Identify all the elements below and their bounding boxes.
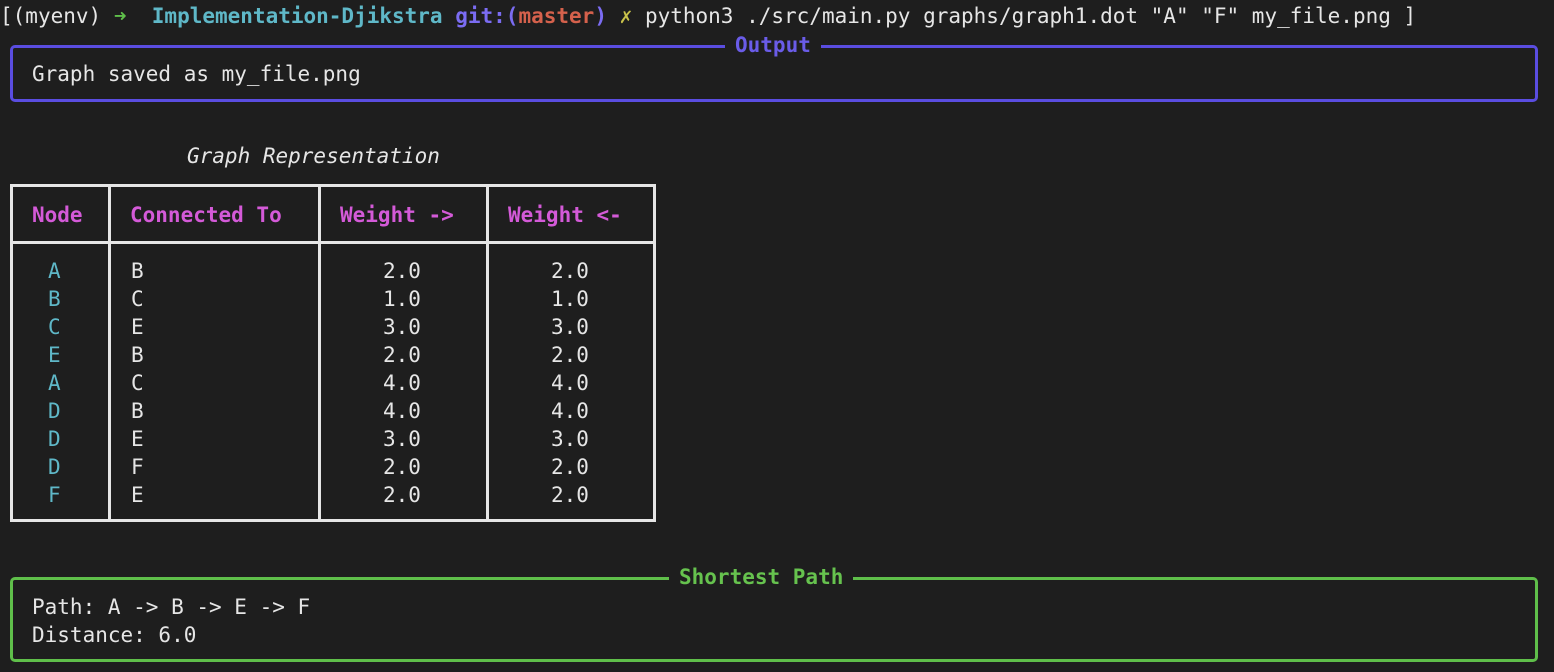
cell-connected-to: B	[131, 343, 144, 367]
table-row: A C 4.0 4.0	[13, 369, 653, 397]
path-line: Path: A -> B -> E -> F	[32, 595, 311, 619]
output-panel: Output Graph saved as my_file.png	[10, 31, 1538, 102]
table-header-node: Node	[32, 203, 83, 227]
table-row: E B 2.0 2.0	[13, 341, 653, 369]
shell-command: python3 ./src/main.py graphs/graph1.dot …	[644, 4, 1391, 28]
cell-weight-forward: 2.0	[383, 259, 421, 283]
table-header-weight-forward: Weight ->	[340, 203, 454, 227]
cell-weight-backward: 4.0	[551, 399, 589, 423]
cell-weight-backward: 1.0	[551, 287, 589, 311]
cell-weight-forward: 2.0	[383, 343, 421, 367]
cell-node: D	[48, 399, 61, 423]
git-suffix: )	[594, 4, 607, 28]
cell-node: D	[48, 427, 61, 451]
cell-node: E	[48, 343, 61, 367]
table-body: A B 2.0 2.0 B C 1.0 1.0 C E 3.0 3.0 E B 2.0 2.0 A C 4.…	[13, 257, 653, 509]
header-divider	[13, 241, 653, 244]
cell-weight-backward: 3.0	[551, 315, 589, 339]
prompt-bracket-open: [	[0, 4, 13, 28]
cell-connected-to: C	[131, 287, 144, 311]
git-dirty-icon: ✗	[619, 4, 633, 28]
cell-connected-to: F	[131, 455, 144, 479]
table-row: D F 2.0 2.0	[13, 453, 653, 481]
git-branch: master	[518, 4, 595, 28]
cell-node: A	[48, 371, 61, 395]
cell-connected-to: E	[131, 427, 144, 451]
cell-connected-to: B	[131, 399, 144, 423]
shortest-path-panel: Shortest Path Path: A -> B -> E -> F Dist…	[10, 563, 1538, 662]
prompt-arrow-icon: ➜	[113, 4, 127, 28]
table-row: A B 2.0 2.0	[13, 257, 653, 285]
cell-connected-to: B	[131, 259, 144, 283]
cell-node: B	[48, 287, 61, 311]
prompt-bracket-close: ]	[1403, 4, 1417, 28]
cell-weight-forward: 2.0	[383, 483, 421, 507]
cell-weight-forward: 3.0	[383, 315, 421, 339]
table-row: B C 1.0 1.0	[13, 285, 653, 313]
current-directory: Implementation-Djikstra	[151, 4, 443, 28]
cell-weight-backward: 2.0	[551, 343, 589, 367]
table-caption: Graph Representation	[187, 144, 440, 168]
table-row: C E 3.0 3.0	[13, 313, 653, 341]
cell-weight-backward: 2.0	[551, 483, 589, 507]
graph-table: Node Connected To Weight -> Weight <- AB…	[10, 184, 656, 522]
cell-node: D	[48, 455, 61, 479]
cell-weight-forward: 4.0	[383, 371, 421, 395]
cell-weight-backward: 3.0	[551, 427, 589, 451]
cell-node: C	[48, 315, 61, 339]
cell-weight-backward: 2.0	[551, 455, 589, 479]
cell-node: F	[48, 483, 61, 507]
cell-connected-to: C	[131, 371, 144, 395]
cell-weight-forward: 3.0	[383, 427, 421, 451]
table-row: D E 3.0 3.0	[13, 425, 653, 453]
table-row: D B 4.0 4.0	[13, 397, 653, 425]
shortest-path-panel-title: Shortest Path	[669, 563, 854, 591]
cell-node: A	[48, 259, 61, 283]
cell-connected-to: E	[131, 315, 144, 339]
cell-weight-forward: 4.0	[383, 399, 421, 423]
table-row: F E 2.0 2.0	[13, 481, 653, 509]
table-header-weight-backward: Weight <-	[508, 203, 622, 227]
distance-line: Distance: 6.0	[32, 623, 197, 647]
output-message: Graph saved as my_file.png	[32, 62, 361, 86]
output-panel-title: Output	[725, 31, 821, 59]
virtualenv-name: (myenv)	[12, 4, 102, 28]
cell-weight-forward: 1.0	[383, 287, 421, 311]
shortest-path-body: Path: A -> B -> E -> F Distance: 6.0	[32, 593, 310, 649]
cell-weight-forward: 2.0	[383, 455, 421, 479]
shell-prompt-line: [(myenv) ➜ Implementation-Djikstra git:(…	[0, 2, 1416, 30]
cell-weight-backward: 2.0	[551, 259, 589, 283]
cell-weight-backward: 4.0	[551, 371, 589, 395]
cell-connected-to: E	[131, 483, 144, 507]
table-header-connected-to: Connected To	[130, 203, 282, 227]
git-prefix: git:(	[455, 4, 519, 28]
